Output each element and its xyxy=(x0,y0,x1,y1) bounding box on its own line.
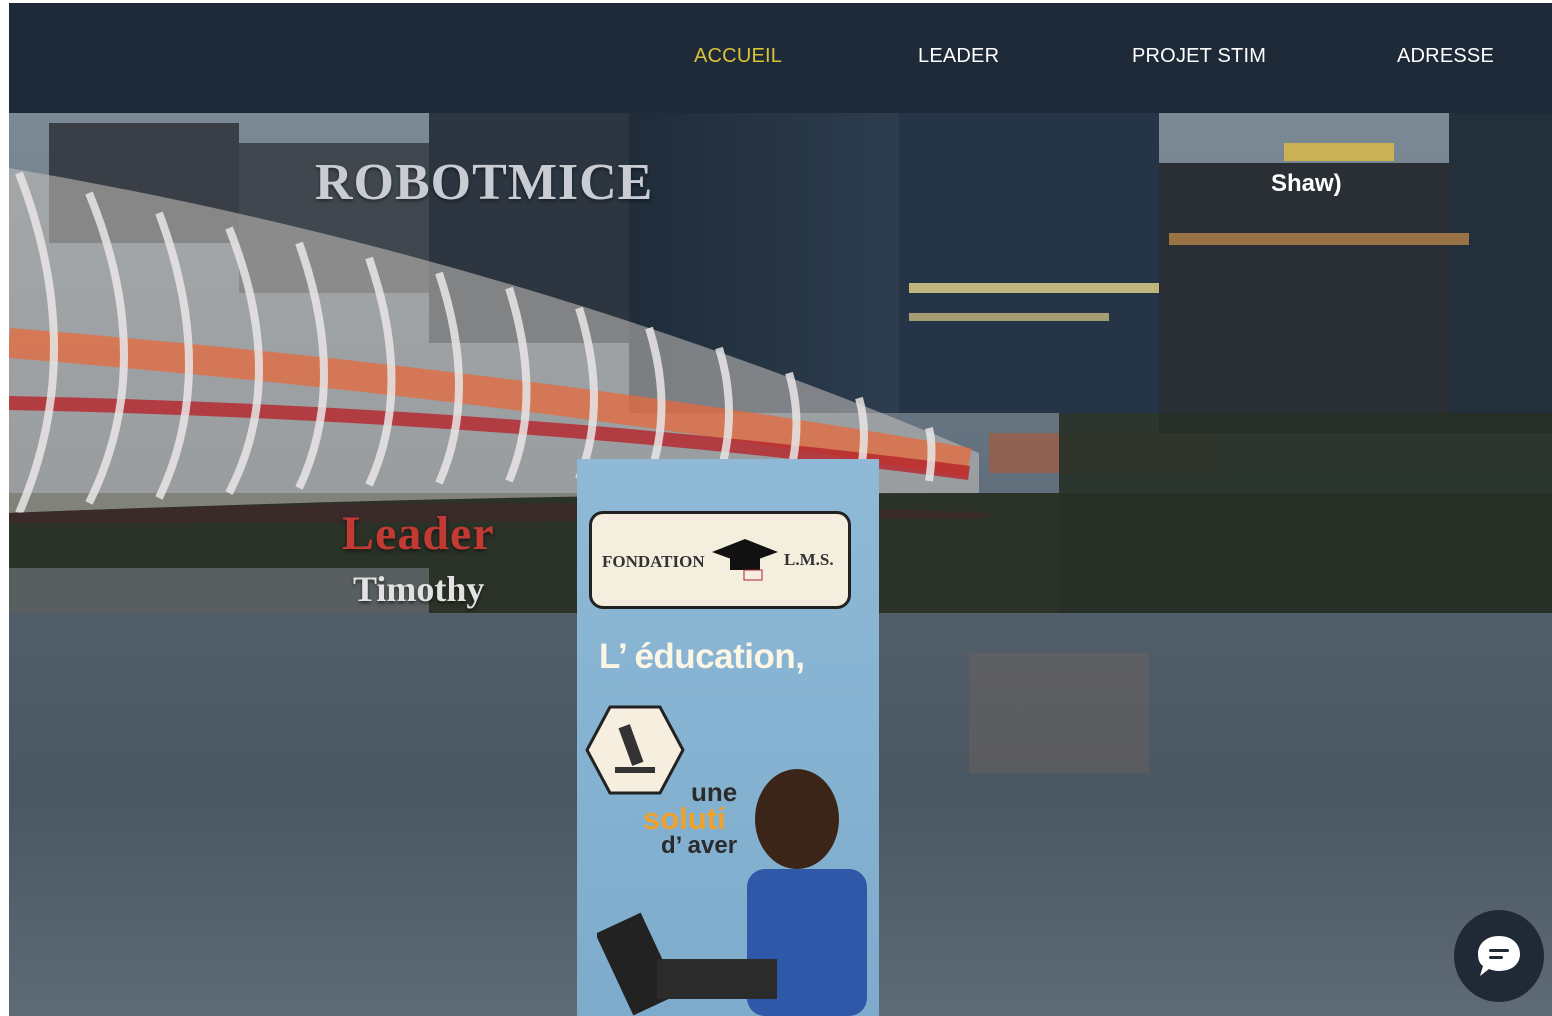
shaw-building-sign: Shaw) xyxy=(1271,170,1342,197)
top-navigation-bar: ACCUEIL LEADER PROJET STIM ADRESSE xyxy=(9,3,1552,113)
hero-section: ROBOTMICE Shaw) Leader Timothy FONDATION… xyxy=(9,113,1552,1016)
logo-text-fondation: FONDATION xyxy=(602,552,705,571)
leader-name: Timothy xyxy=(353,569,485,609)
fondation-banner-photo: FONDATION L.M.S. L’ éducation, une solut… xyxy=(577,459,879,1016)
chat-bubble-icon xyxy=(1478,936,1520,976)
child-with-laptop xyxy=(597,769,867,1016)
banner-text-avenir: d’ aver xyxy=(661,832,738,859)
page-frame: ACCUEIL LEADER PROJET STIM ADRESSE ROBOT… xyxy=(9,3,1552,1016)
nav-item-projet-stim[interactable]: PROJET STIM xyxy=(1132,45,1266,68)
logo-text-lms: L.M.S. xyxy=(784,550,834,569)
banner-headline: L’ éducation, xyxy=(599,637,805,676)
leader-label: Leader xyxy=(342,507,495,560)
site-title: ROBOTMICE xyxy=(315,154,654,211)
graduation-cap-icon xyxy=(712,539,778,581)
nav-item-adresse[interactable]: ADRESSE xyxy=(1397,45,1494,68)
chat-button[interactable] xyxy=(1454,910,1544,1002)
nav-item-leader[interactable]: LEADER xyxy=(918,45,999,68)
fondation-logo: FONDATION L.M.S. xyxy=(589,511,851,609)
nav-item-accueil[interactable]: ACCUEIL xyxy=(694,45,782,68)
